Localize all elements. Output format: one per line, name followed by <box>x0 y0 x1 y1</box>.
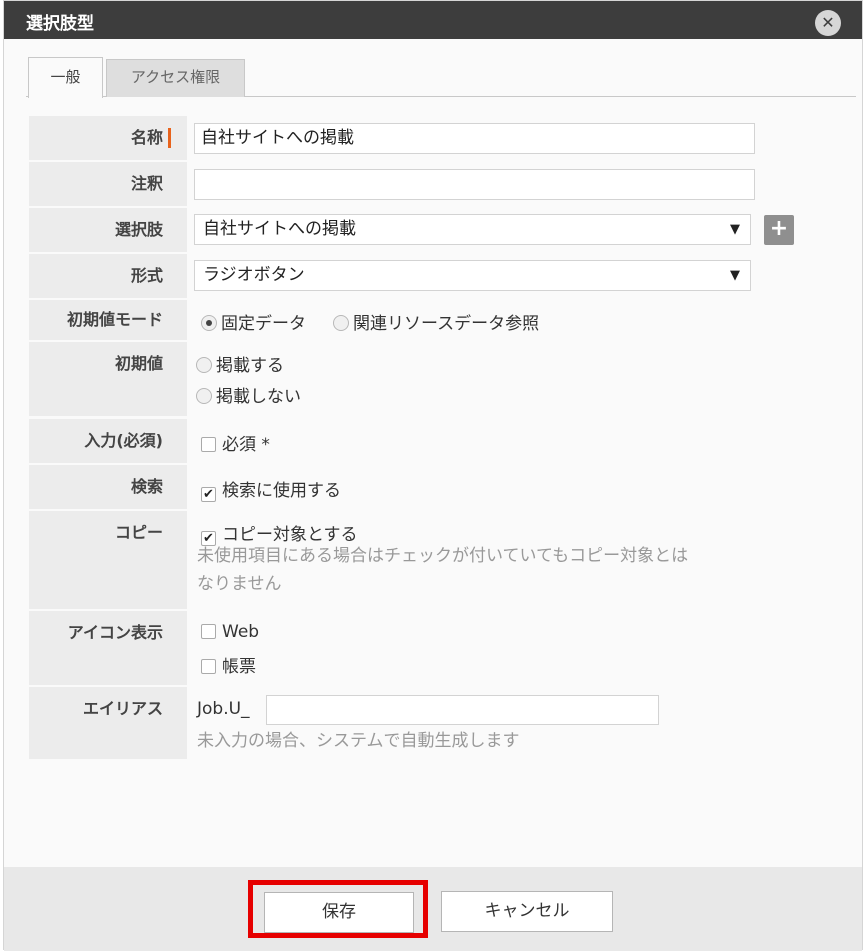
close-icon[interactable]: ✕ <box>815 10 841 36</box>
name-input[interactable]: 自社サイトへの掲載 <box>194 123 755 154</box>
icon-display-web-option[interactable]: Web <box>201 622 259 642</box>
dialog-title: 選択肢型 <box>26 14 94 34</box>
copy-hint: 未使用項目にある場合はチェックが付いていてもコピー対象とは なりません <box>197 546 689 594</box>
checkbox-icon[interactable] <box>201 659 216 674</box>
chevron-down-icon: ▼ <box>730 268 740 283</box>
name-label: 名称 <box>29 116 187 160</box>
initial-mode-fixed-option[interactable]: 固定データ <box>201 309 306 334</box>
format-label: 形式 <box>29 254 187 298</box>
icon-display-label: アイコン表示 <box>29 611 187 685</box>
row-icon-display: アイコン表示 Web 帳票 <box>29 611 789 685</box>
choice-label: 選択肢 <box>29 208 187 252</box>
initial-mode-label: 初期値モード <box>29 300 187 340</box>
choice-select[interactable]: 自社サイトへの掲載 ▼ <box>194 214 751 245</box>
tab-access-rights[interactable]: アクセス権限 <box>106 59 245 97</box>
save-button-highlight <box>248 880 428 938</box>
row-copy: コピー ✔ コピー対象とする 未使用項目にある場合はチェックが付いていてもコピー対… <box>29 511 789 609</box>
required-checkbox-option[interactable]: 必須 * <box>201 430 270 455</box>
note-label: 注釈 <box>29 162 187 206</box>
row-format: 形式 ラジオボタン ▼ <box>29 254 789 298</box>
radio-icon[interactable] <box>196 357 212 373</box>
initial-value-option-unpublish[interactable]: 掲載しない <box>196 382 301 407</box>
row-initial-value: 初期値 掲載する 掲載しない <box>29 342 789 416</box>
initial-value-label: 初期値 <box>29 342 187 416</box>
radio-icon[interactable] <box>196 388 212 404</box>
alias-label: エイリアス <box>29 687 187 759</box>
select-type-dialog: 選択肢型 ✕ 一般 アクセス権限 名称 自社サイトへの掲載 注釈 選択肢 自社サ… <box>3 0 863 951</box>
radio-selected-icon[interactable] <box>201 315 217 331</box>
checkbox-icon[interactable] <box>201 624 216 639</box>
checkbox-icon[interactable] <box>201 437 216 452</box>
initial-mode-related-option[interactable]: 関連リソースデータ参照 <box>333 309 539 334</box>
row-alias: エイリアス Job.U_ 未入力の場合、システムで自動生成します <box>29 687 789 759</box>
alias-prefix: Job.U_ <box>197 699 250 719</box>
row-choice: 選択肢 自社サイトへの掲載 ▼ + <box>29 208 794 252</box>
tab-general[interactable]: 一般 <box>28 57 103 98</box>
required-marker <box>168 128 171 148</box>
row-required: 入力(必須) 必須 * <box>29 419 789 463</box>
cancel-button[interactable]: キャンセル <box>441 891 613 932</box>
icon-display-report-option[interactable]: 帳票 <box>201 652 256 677</box>
checkbox-checked-icon[interactable]: ✔ <box>201 487 216 502</box>
note-input[interactable] <box>194 169 755 200</box>
row-initial-mode: 初期値モード 固定データ 関連リソースデータ参照 <box>29 300 789 340</box>
alias-hint: 未入力の場合、システムで自動生成します <box>197 731 520 751</box>
search-label: 検索 <box>29 465 187 509</box>
dialog-footer <box>4 867 862 951</box>
radio-icon[interactable] <box>333 315 349 331</box>
format-select[interactable]: ラジオボタン ▼ <box>194 260 751 291</box>
row-name: 名称 自社サイトへの掲載 <box>29 116 789 160</box>
search-checkbox-option[interactable]: ✔ 検索に使用する <box>201 476 341 502</box>
tab-bar: 一般 アクセス権限 <box>26 57 856 98</box>
format-select-value: ラジオボタン <box>203 265 305 285</box>
alias-input[interactable] <box>266 695 659 725</box>
initial-value-option-publish[interactable]: 掲載する <box>196 351 284 376</box>
choice-select-value: 自社サイトへの掲載 <box>203 219 356 239</box>
required-label: 入力(必須) <box>29 419 187 463</box>
dialog-titlebar: 選択肢型 ✕ <box>4 1 862 39</box>
copy-label: コピー <box>29 511 187 609</box>
add-choice-button[interactable]: + <box>764 215 794 245</box>
row-search: 検索 ✔ 検索に使用する <box>29 465 789 509</box>
row-note: 注釈 <box>29 162 789 206</box>
chevron-down-icon: ▼ <box>730 222 740 237</box>
